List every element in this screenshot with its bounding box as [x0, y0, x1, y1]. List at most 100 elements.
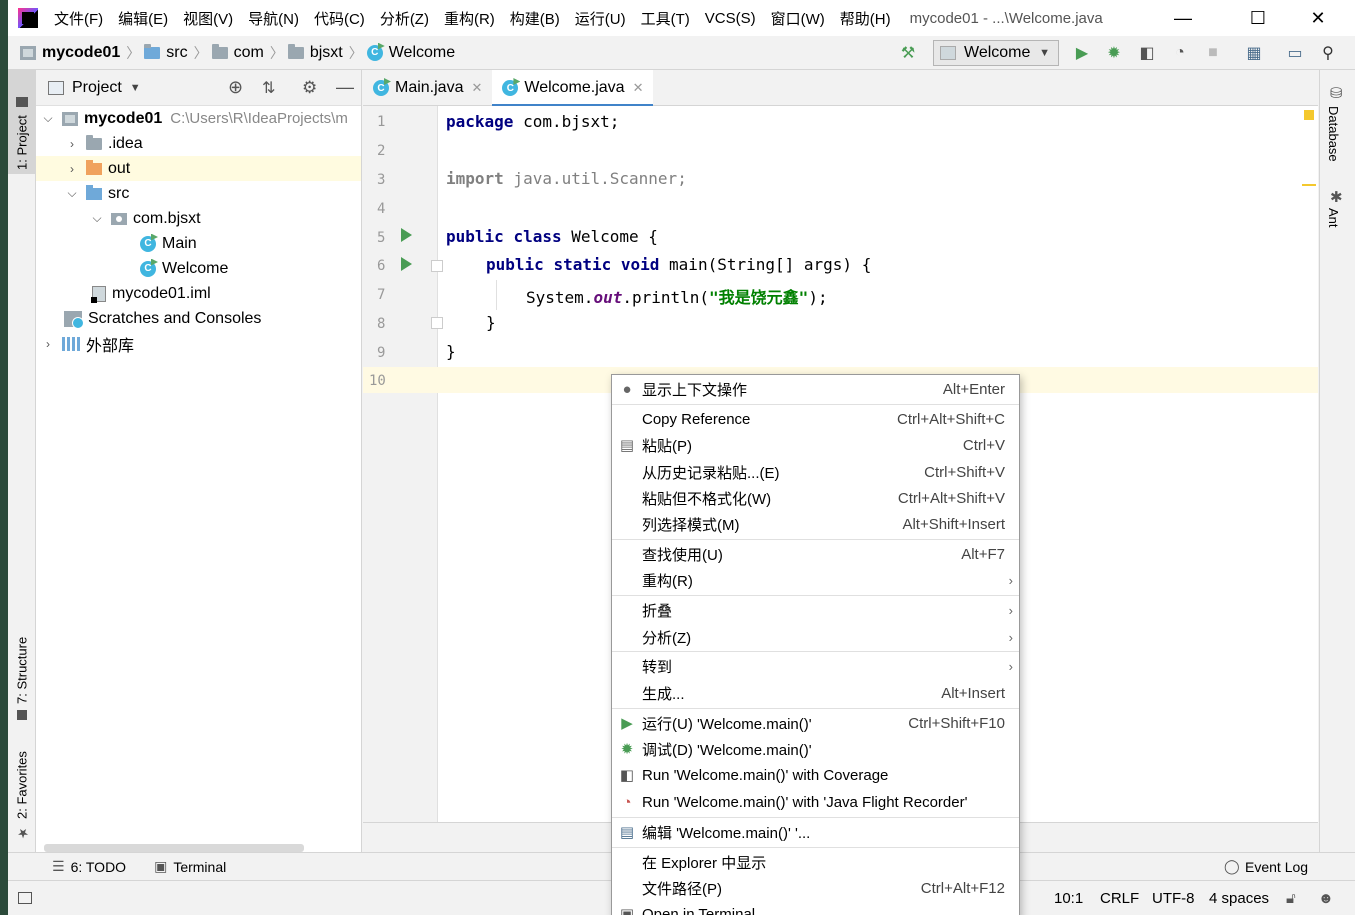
close-icon[interactable]: ✕ [471, 80, 482, 96]
menu-file-path[interactable]: 文件路径(P) Ctrl+Alt+F12 [612, 875, 1019, 901]
menu-folding[interactable]: 折叠 › [612, 597, 1019, 623]
tab-welcome-java[interactable]: C Welcome.java ✕ [492, 70, 654, 107]
inspection-warning-marker[interactable] [1304, 110, 1314, 120]
chevron-right-icon[interactable]: › [64, 137, 80, 151]
tree-item-welcome[interactable]: C Welcome [36, 256, 361, 281]
inspector-icon[interactable]: ☻ [1318, 890, 1334, 907]
menu-edit-config[interactable]: ▤ 编辑 'Welcome.main()' '... [612, 819, 1019, 845]
menu-column-selection[interactable]: 列选择模式(M) Alt+Shift+Insert [612, 511, 1019, 537]
chevron-down-icon[interactable]: ⌵ [89, 211, 105, 226]
tree-item-out[interactable]: › out [36, 156, 361, 181]
run-config-select[interactable]: Welcome ▼ [933, 40, 1059, 66]
tab-event-log[interactable]: Event Log [1245, 859, 1308, 875]
menu-debug-main[interactable]: ✹ 调试(D) 'Welcome.main()' [612, 736, 1019, 762]
run-gutter-icon[interactable] [401, 228, 412, 242]
chevron-right-icon[interactable]: › [40, 337, 56, 351]
tab-todo[interactable]: 6: TODO [71, 859, 127, 875]
breadcrumb-com[interactable]: com 〉 [211, 43, 288, 63]
hide-icon[interactable]: — [336, 77, 354, 98]
warning-stripe-marker[interactable] [1302, 184, 1316, 186]
tree-item-main[interactable]: C Main [36, 231, 361, 256]
tree-item-external-libraries[interactable]: › 外部库 [36, 331, 361, 356]
locate-icon[interactable]: ⊕ [228, 77, 243, 98]
menu-analyze[interactable]: 分析(Z) › [612, 624, 1019, 650]
menu-generate[interactable]: 生成... Alt+Insert [612, 680, 1019, 706]
breadcrumb-project[interactable]: mycode01 〉 [20, 43, 144, 63]
tool-windows-icon[interactable] [18, 892, 32, 904]
tab-project[interactable]: 1: Project [8, 78, 36, 170]
frame-icon[interactable]: ▭ [1285, 44, 1305, 62]
status-encoding[interactable]: UTF-8 [1152, 890, 1195, 907]
menu-open-terminal[interactable]: ▣ Open in Terminal [612, 901, 1019, 915]
menu-run-flight-recorder[interactable]: ◔ Run 'Welcome.main()' with 'Java Flight… [612, 789, 1019, 815]
status-indent[interactable]: 4 spaces [1209, 890, 1269, 907]
menu-item-label: 文件路径(P) [642, 880, 722, 898]
tab-favorites[interactable]: ★ 2: Favorites [8, 740, 36, 840]
menu-paste-history[interactable]: 从历史记录粘贴...(E) Ctrl+Shift+V [612, 459, 1019, 485]
tab-ant[interactable]: Ant [1326, 208, 1341, 228]
menu-build[interactable]: 构建(B) [510, 8, 560, 29]
gear-icon[interactable]: ⚙ [302, 78, 317, 98]
menu-show-in-explorer[interactable]: 在 Explorer 中显示 [612, 849, 1019, 875]
menu-vcs[interactable]: VCS(S) [705, 10, 756, 27]
menu-refactor[interactable]: 重构(R) [444, 8, 495, 29]
menu-paste[interactable]: ▤ 粘贴(P) Ctrl+V [612, 432, 1019, 458]
run-icon[interactable]: ▶ [1072, 44, 1092, 62]
tree-item-scratches[interactable]: Scratches and Consoles [36, 306, 361, 331]
lock-icon[interactable]: 🔓︎ [1286, 890, 1296, 907]
menu-run[interactable]: 运行(U) [575, 8, 626, 29]
menu-file[interactable]: 文件(F) [54, 8, 103, 29]
menu-run-coverage[interactable]: ◧ Run 'Welcome.main()' with Coverage [612, 762, 1019, 788]
chevron-down-icon[interactable]: ⌵ [40, 111, 56, 126]
menu-view[interactable]: 视图(V) [183, 8, 233, 29]
menu-paste-no-format[interactable]: 粘贴但不格式化(W) Ctrl+Alt+Shift+V [612, 485, 1019, 511]
menu-navigate[interactable]: 导航(N) [248, 8, 299, 29]
menu-tools[interactable]: 工具(T) [641, 8, 690, 29]
menu-run-main[interactable]: ▶ 运行(U) 'Welcome.main()' Ctrl+Shift+F10 [612, 710, 1019, 736]
breadcrumb-bjsxt[interactable]: bjsxt 〉 [287, 43, 367, 63]
maximize-button[interactable]: ☐ [1233, 0, 1283, 36]
menu-code[interactable]: 代码(C) [314, 8, 365, 29]
chevron-down-icon[interactable]: ▼ [130, 82, 141, 94]
close-icon[interactable]: ✕ [633, 80, 644, 96]
build-hammer-icon[interactable]: ⚒ [898, 44, 918, 62]
fold-icon[interactable] [431, 260, 443, 272]
menu-help[interactable]: 帮助(H) [840, 8, 891, 29]
tree-item-com-bjsxt[interactable]: ⌵ com.bjsxt [36, 206, 361, 231]
menu-refactor[interactable]: 重构(R) › [612, 567, 1019, 593]
breadcrumb-src[interactable]: src 〉 [144, 43, 211, 63]
minimize-button[interactable]: — [1158, 0, 1208, 36]
menu-edit[interactable]: 编辑(E) [118, 8, 168, 29]
menu-analyze[interactable]: 分析(Z) [380, 8, 429, 29]
tree-item-src[interactable]: ⌵ src [36, 181, 361, 206]
menu-show-context-actions[interactable]: ● 显示上下文操作 Alt+Enter [612, 376, 1019, 402]
menu-find-usages[interactable]: 查找使用(U) Alt+F7 [612, 541, 1019, 567]
menu-window[interactable]: 窗口(W) [771, 8, 825, 29]
status-caret-position[interactable]: 10:1 [1054, 890, 1083, 907]
chevron-right-icon[interactable]: › [64, 162, 80, 176]
tree-item-mycode01[interactable]: ⌵ mycode01 C:\Users\R\IdeaProjects\m [36, 106, 361, 131]
project-structure-icon[interactable]: ▦ [1244, 44, 1264, 62]
horizontal-scrollbar[interactable] [44, 844, 304, 852]
menu-goto[interactable]: 转到 › [612, 653, 1019, 679]
fold-icon[interactable] [431, 317, 443, 329]
breadcrumb-welcome[interactable]: C Welcome [366, 44, 455, 62]
menu-copy-reference[interactable]: Copy Reference Ctrl+Alt+Shift+C [612, 406, 1019, 432]
tree-item-iml[interactable]: mycode01.iml [36, 281, 361, 306]
tab-terminal[interactable]: Terminal [173, 859, 226, 875]
close-window-button[interactable]: ✕ [1293, 0, 1343, 36]
chevron-down-icon[interactable]: ⌵ [64, 186, 80, 201]
coverage-icon[interactable]: ◧ [1137, 44, 1157, 62]
profile-icon[interactable]: ◔ [1170, 44, 1190, 62]
tab-structure[interactable]: 7: Structure [8, 620, 36, 720]
tree-item-idea[interactable]: › .idea [36, 131, 361, 156]
project-view-title[interactable]: Project [72, 79, 122, 97]
search-icon[interactable]: ⚲ [1318, 44, 1338, 62]
debug-icon[interactable]: ✹ [1104, 44, 1124, 62]
tab-main-java[interactable]: C Main.java ✕ [363, 70, 492, 106]
collapse-all-icon[interactable]: ⇅ [262, 78, 275, 98]
status-line-separator[interactable]: CRLF [1100, 890, 1139, 907]
tab-database[interactable]: Database [1326, 106, 1341, 162]
stop-icon[interactable]: ■ [1203, 44, 1223, 62]
run-gutter-icon[interactable] [401, 257, 412, 271]
